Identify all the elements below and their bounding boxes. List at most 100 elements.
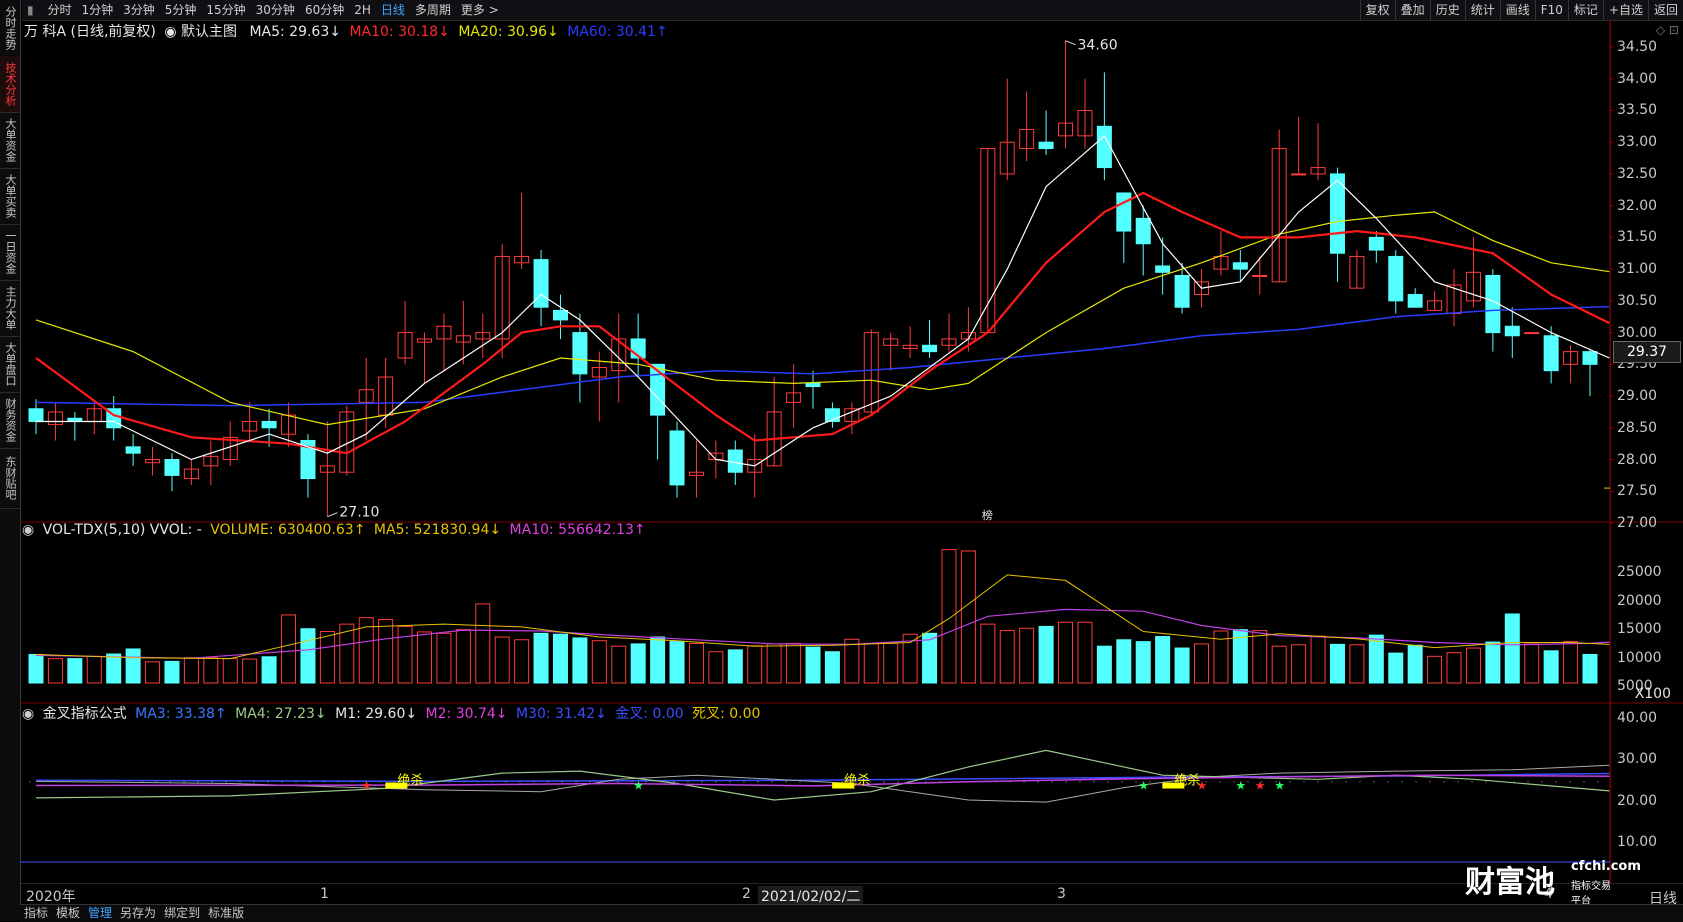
candle-body[interactable] <box>1252 274 1268 277</box>
volume-bar[interactable] <box>378 619 394 684</box>
volume-bar[interactable] <box>1174 647 1190 684</box>
volume-bar[interactable] <box>1135 641 1151 684</box>
volume-bar[interactable] <box>1524 643 1540 684</box>
top-tab-9[interactable]: 多周期 <box>410 0 456 20</box>
volume-bar[interactable] <box>222 658 238 684</box>
volume-bar[interactable] <box>883 642 899 684</box>
candle-body[interactable] <box>1096 125 1112 169</box>
top-tab-7[interactable]: 2H <box>349 0 376 20</box>
candle-body[interactable] <box>1582 351 1598 365</box>
bottom-tab-4[interactable]: 绑定到 <box>160 905 204 922</box>
top-tab-1[interactable]: 1分钟 <box>76 0 118 20</box>
volume-bar[interactable] <box>1116 639 1132 684</box>
chart-toggle-icon[interactable]: ▮ <box>22 0 39 20</box>
volume-bar[interactable] <box>1058 621 1074 684</box>
volume-bar[interactable] <box>922 632 938 684</box>
bottom-tab-0[interactable]: 指标 <box>20 905 52 922</box>
left-tab-8[interactable]: 东财贴吧 <box>0 448 20 509</box>
volume-bar[interactable] <box>999 630 1015 684</box>
candle-body[interactable] <box>727 449 743 473</box>
volume-bar[interactable] <box>533 632 549 684</box>
volume-bar[interactable] <box>1349 644 1365 684</box>
volume-bar[interactable] <box>688 642 704 684</box>
volume-bar[interactable] <box>145 661 161 684</box>
top-tab-3[interactable]: 5分钟 <box>160 0 202 20</box>
candle-body[interactable] <box>1388 255 1404 302</box>
vol-settings-icon[interactable]: ◉ <box>22 522 34 538</box>
candle-body[interactable] <box>1543 335 1559 372</box>
volume-bar[interactable] <box>1543 650 1559 684</box>
candle-body[interactable] <box>1232 262 1248 270</box>
volume-bar[interactable] <box>1388 652 1404 684</box>
panel-expand-icon[interactable]: ◇ ⊡ <box>1656 23 1679 37</box>
top-tab-4[interactable]: 15分钟 <box>201 0 250 20</box>
candle-body[interactable] <box>1155 265 1171 273</box>
volume-bar[interactable] <box>766 643 782 684</box>
volume-bar[interactable] <box>611 645 627 684</box>
volume-bar[interactable] <box>572 637 588 684</box>
volume-bar[interactable] <box>1291 644 1307 684</box>
volume-bar[interactable] <box>1194 643 1209 684</box>
volume-bar[interactable] <box>863 642 879 684</box>
volume-bar[interactable] <box>358 617 374 684</box>
candle-body[interactable] <box>1524 332 1540 335</box>
volume-bar[interactable] <box>300 628 316 684</box>
top-tab-5[interactable]: 30分钟 <box>251 0 300 20</box>
candle-body[interactable] <box>1038 141 1054 150</box>
volume-bar[interactable] <box>494 636 510 684</box>
candle-body[interactable] <box>1407 294 1423 308</box>
candle-body[interactable] <box>1291 173 1307 176</box>
candle-body[interactable] <box>922 344 938 353</box>
volume-bar[interactable] <box>1271 645 1287 684</box>
bottom-tab-3[interactable]: 另存为 <box>116 905 160 922</box>
top-right-tab-4[interactable]: 画线 <box>1499 0 1535 20</box>
left-tab-5[interactable]: 主力大单 <box>0 280 20 337</box>
candle-body[interactable] <box>261 420 277 429</box>
volume-bar[interactable] <box>1446 652 1462 684</box>
left-tab-1[interactable]: 技术分析 <box>0 56 20 113</box>
volume-bar[interactable] <box>475 603 491 684</box>
left-tab-7[interactable]: 财务资金 <box>0 392 20 449</box>
top-tab-0[interactable]: 分时 <box>42 0 76 20</box>
volume-bar[interactable] <box>183 657 199 684</box>
candle-body[interactable] <box>552 309 568 321</box>
volume-bar[interactable] <box>1038 625 1054 684</box>
candle-body[interactable] <box>125 446 141 454</box>
volume-bar[interactable] <box>669 641 685 684</box>
volume-bar[interactable] <box>708 651 724 684</box>
bottom-tab-1[interactable]: 模板 <box>52 905 84 922</box>
volume-bar[interactable] <box>1329 643 1345 684</box>
volume-bar[interactable] <box>650 636 666 684</box>
left-tab-4[interactable]: 一日资金 <box>0 224 20 281</box>
volume-bar[interactable] <box>28 653 44 684</box>
top-tab-6[interactable]: 60分钟 <box>300 0 349 20</box>
volume-bar[interactable] <box>844 638 860 684</box>
candle-body[interactable] <box>1135 217 1151 245</box>
volume-bar[interactable] <box>786 642 802 684</box>
left-tab-0[interactable]: 分时走势 <box>0 0 20 57</box>
volume-bar[interactable] <box>417 631 432 684</box>
volume-bar[interactable] <box>397 625 413 684</box>
volume-bar[interactable] <box>552 633 568 684</box>
volume-bar[interactable] <box>455 629 471 684</box>
volume-bar[interactable] <box>630 643 646 684</box>
volume-bar[interactable] <box>203 657 219 684</box>
candle-body[interactable] <box>669 430 685 486</box>
bottom-tab-2[interactable]: 管理 <box>84 905 116 922</box>
volume-bar[interactable] <box>591 640 607 684</box>
candle-body[interactable] <box>1504 325 1520 337</box>
template-dropdown[interactable]: ◉ 默认主图 <box>164 24 241 40</box>
bang-marker[interactable]: 榜 <box>982 508 993 522</box>
top-right-tab-6[interactable]: 标记 <box>1567 0 1603 20</box>
top-tab-2[interactable]: 3分钟 <box>118 0 160 20</box>
top-right-tab-1[interactable]: 叠加 <box>1394 0 1430 20</box>
candle-body[interactable] <box>28 408 44 422</box>
volume-bar[interactable] <box>824 651 840 684</box>
top-right-tab-7[interactable]: +自选 <box>1602 0 1648 20</box>
volume-bar[interactable] <box>436 632 452 684</box>
volume-bar[interactable] <box>1465 647 1481 684</box>
volume-bar[interactable] <box>1368 634 1384 684</box>
left-tab-2[interactable]: 大单资金 <box>0 112 20 169</box>
volume-bar[interactable] <box>125 648 141 684</box>
volume-bar[interactable] <box>47 658 63 684</box>
